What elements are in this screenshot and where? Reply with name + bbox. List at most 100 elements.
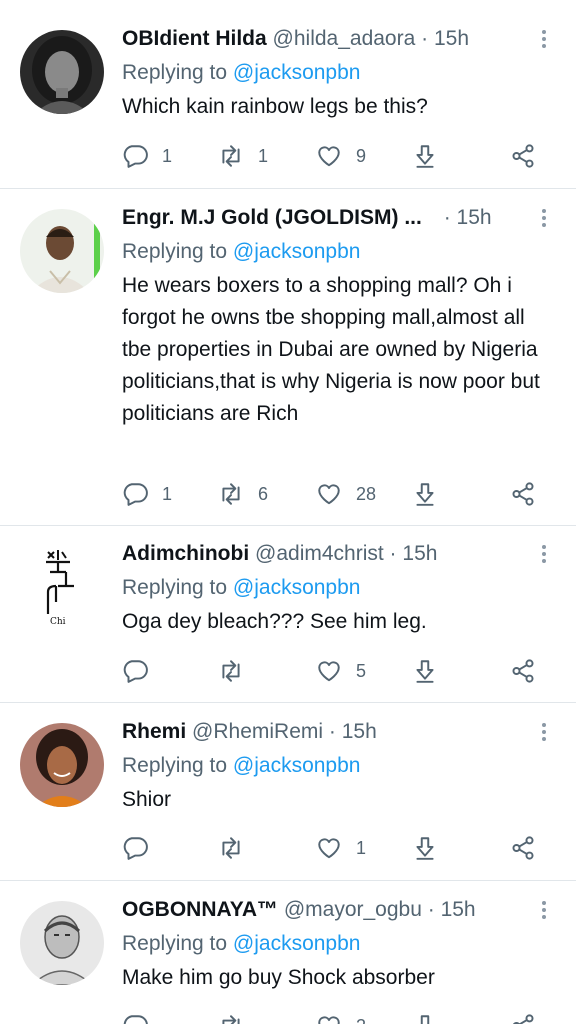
reply-header: Rhemi @RhemiRemi · 15h (122, 717, 552, 747)
retweet-button[interactable]: 1 (218, 141, 268, 171)
heart-icon (318, 661, 340, 682)
author-name[interactable]: Engr. M.J Gold (JGOLDISM) ... (122, 206, 422, 229)
download-button[interactable] (412, 1011, 438, 1024)
download-button[interactable] (412, 656, 438, 686)
replying-to-line: Replying to @jacksonpbn (122, 56, 552, 90)
download-button[interactable] (412, 141, 438, 171)
retweet-count: 6 (258, 483, 269, 504)
more-vertical-icon[interactable] (536, 203, 552, 233)
reply-button[interactable]: 1 (122, 141, 172, 171)
share-button[interactable] (510, 141, 536, 171)
reply-text: Make him go buy Shock absorber (122, 966, 435, 989)
mention-link[interactable]: @jacksonpbn (233, 576, 361, 599)
avatar[interactable]: Chi (20, 542, 104, 626)
share-button[interactable] (510, 479, 536, 509)
retweet-icon (222, 1015, 240, 1024)
share-icon (513, 1014, 534, 1024)
download-button[interactable] (412, 479, 438, 509)
author-handle[interactable]: @hilda_adaora (273, 27, 416, 50)
like-count: 2 (356, 1016, 366, 1024)
reply-card[interactable]: OGBONNAYA™ @mayor_ogbu · 15h Replying to… (0, 881, 576, 1024)
action-bar: 1 (122, 833, 552, 863)
more-vertical-icon[interactable] (536, 895, 552, 925)
download-button[interactable] (412, 833, 438, 863)
avatar-image (20, 723, 104, 807)
reply-button[interactable]: 1 (122, 479, 172, 509)
like-button[interactable]: 5 (316, 656, 366, 686)
reply-card[interactable]: OBIdient Hilda @hilda_adaora · 15h Reply… (0, 0, 576, 189)
replying-to-label: Replying to (122, 61, 228, 84)
reply-button[interactable] (122, 833, 162, 863)
avatar[interactable] (20, 209, 104, 293)
author-handle[interactable]: @adim4christ (255, 542, 384, 565)
separator-dot: · (427, 898, 435, 921)
more-vertical-icon[interactable] (536, 717, 552, 747)
reply-card[interactable]: Chi Adimchinobi @adim4christ · 15h Reply… (0, 526, 576, 703)
avatar-image (20, 30, 104, 114)
separator-dot: · (389, 542, 397, 565)
action-bar: 1 1 9 (122, 141, 552, 171)
author-handle[interactable]: @mayor_ogbu (284, 898, 422, 921)
retweet-button[interactable] (218, 656, 258, 686)
share-button[interactable] (510, 656, 536, 686)
share-button[interactable] (510, 1011, 536, 1024)
like-button[interactable]: 2 (316, 1011, 366, 1024)
replying-to-line: Replying to @jacksonpbn (122, 927, 552, 961)
replying-to-line: Replying to @jacksonpbn (122, 749, 552, 783)
avatar-image: Chi (20, 542, 104, 626)
heart-icon (318, 146, 340, 167)
reply-feed: OBIdient Hilda @hilda_adaora · 15h Reply… (0, 0, 576, 1024)
timestamp[interactable]: 15h (402, 542, 437, 565)
action-bar: 1 6 28 (122, 479, 552, 509)
heart-icon (318, 484, 340, 505)
like-count: 9 (356, 145, 367, 166)
like-count: 1 (356, 837, 367, 858)
mention-link[interactable]: @jacksonpbn (233, 754, 361, 777)
action-bar: 2 (122, 1011, 552, 1024)
replying-to-label: Replying to (122, 576, 228, 599)
retweet-button[interactable] (218, 833, 258, 863)
mention-link[interactable]: @jacksonpbn (233, 61, 361, 84)
author-handle[interactable]: @RhemiRemi (192, 720, 323, 743)
author-name[interactable]: Adimchinobi (122, 542, 249, 565)
mention-link[interactable]: @jacksonpbn (233, 240, 361, 263)
share-icon (512, 659, 534, 683)
reply-text: Oga dey bleach??? See him leg. (122, 610, 427, 633)
reply-card[interactable]: Rhemi @RhemiRemi · 15h Replying to @jack… (0, 703, 576, 881)
retweet-button[interactable]: 6 (218, 479, 268, 509)
avatar[interactable] (20, 723, 104, 807)
replying-to-label: Replying to (122, 932, 228, 955)
timestamp[interactable]: 15h (441, 898, 476, 921)
like-button[interactable]: 1 (316, 833, 366, 863)
avatar[interactable] (20, 30, 104, 114)
more-vertical-icon[interactable] (536, 539, 552, 569)
author-name[interactable]: Rhemi (122, 720, 186, 743)
timestamp[interactable]: 15h (457, 206, 492, 229)
author-name[interactable]: OGBONNAYA™ (122, 898, 278, 921)
like-button[interactable]: 28 (316, 479, 376, 509)
like-count: 5 (356, 660, 367, 681)
reply-count: 1 (162, 483, 173, 504)
retweet-icon (222, 145, 240, 167)
separator-dot: · (421, 27, 429, 50)
timestamp[interactable]: 15h (434, 27, 469, 50)
reply-text: Shior (122, 788, 172, 811)
reply-button[interactable] (122, 1011, 162, 1024)
reply-text: He wears boxers to a shopping mall? Oh i… (122, 274, 540, 425)
more-vertical-icon[interactable] (536, 24, 552, 54)
avatar[interactable] (20, 901, 104, 985)
download-icon (417, 1015, 433, 1024)
download-icon (416, 837, 434, 860)
replying-to-line: Replying to @jacksonpbn (122, 235, 552, 269)
share-button[interactable] (510, 833, 536, 863)
timestamp[interactable]: 15h (342, 720, 377, 743)
retweet-button[interactable] (218, 1011, 258, 1024)
retweet-icon (222, 660, 240, 682)
download-icon (416, 483, 434, 506)
like-button[interactable]: 9 (316, 141, 366, 171)
author-name[interactable]: OBIdient Hilda (122, 27, 267, 50)
reply-count: 1 (162, 145, 173, 166)
mention-link[interactable]: @jacksonpbn (233, 932, 361, 955)
reply-card[interactable]: Engr. M.J Gold (JGOLDISM) ... · 15h Repl… (0, 189, 576, 526)
reply-button[interactable] (122, 656, 162, 686)
